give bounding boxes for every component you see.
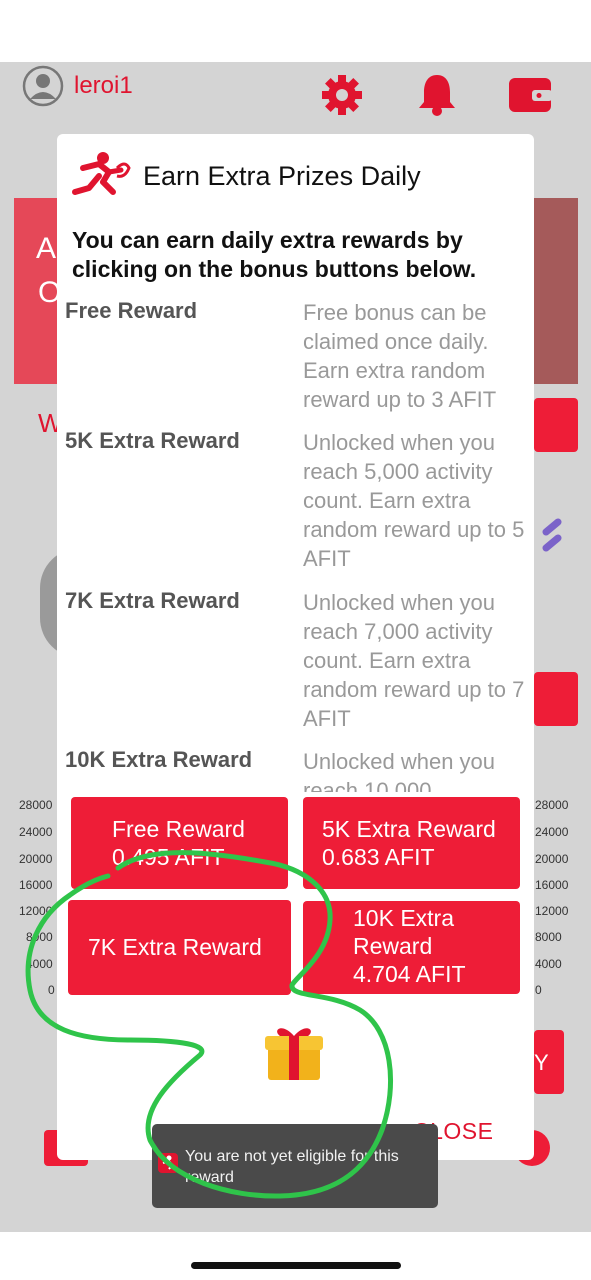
toast-text: You are not yet eligible for this reward xyxy=(185,1148,399,1186)
modal-title: Earn Extra Prizes Daily xyxy=(143,161,421,191)
button-label: Reward xyxy=(353,933,433,959)
button-label: Free Reward xyxy=(112,816,245,842)
info-title: 7K Extra Reward xyxy=(65,588,240,613)
reward-info-list[interactable]: Free Reward Free bonus can be claimed on… xyxy=(57,296,534,792)
axis-tick: 16000 xyxy=(19,878,53,892)
7k-reward-button[interactable]: 7K Extra Reward xyxy=(68,900,291,995)
background-letter: A xyxy=(36,232,57,265)
gear-icon[interactable] xyxy=(321,74,363,116)
modal-intro: You can earn daily extra rewards by clic… xyxy=(72,227,477,282)
runner-logo-icon xyxy=(72,152,131,195)
background-button-right xyxy=(534,672,578,726)
background-banner-right xyxy=(534,198,578,384)
button-value: 0.683 AFIT xyxy=(322,844,435,870)
rewards-modal: Earn Extra Prizes Daily You can earn dai… xyxy=(57,134,534,1160)
info-desc: Unlocked when you reach 10,000 xyxy=(303,749,496,792)
info-title: Free Reward xyxy=(65,298,198,323)
axis-tick: 20000 xyxy=(535,852,569,866)
link-icon xyxy=(542,518,562,552)
axis-tick: 8000 xyxy=(26,930,53,944)
home-indicator[interactable] xyxy=(191,1262,401,1269)
button-value: 4.704 AFIT xyxy=(353,961,466,987)
free-reward-button[interactable]: Free Reward 0.495 AFIT xyxy=(71,797,288,889)
info-desc: Unlocked when you reach 5,000 activity c… xyxy=(303,430,525,571)
axis-tick: 28000 xyxy=(19,798,53,812)
10k-reward-button[interactable]: 10K Extra Reward 4.704 AFIT xyxy=(303,901,520,994)
gift-icon xyxy=(265,1028,323,1080)
button-label: 10K Extra xyxy=(353,905,454,931)
axis-tick: 4000 xyxy=(26,957,53,971)
username-label[interactable]: leroi1 xyxy=(74,72,133,100)
toast-message: You are not yet eligible for this reward xyxy=(152,1124,438,1208)
axis-tick: 24000 xyxy=(535,825,569,839)
axis-tick: 28000 xyxy=(535,798,569,812)
user-avatar-icon[interactable] xyxy=(22,65,64,107)
axis-tick: 24000 xyxy=(19,825,53,839)
axis-tick: 16000 xyxy=(535,878,569,892)
background-button-right xyxy=(534,398,578,452)
info-desc: Unlocked when you reach 7,000 activity c… xyxy=(303,590,525,731)
bell-icon[interactable] xyxy=(416,72,458,116)
background-partial-text: Y xyxy=(534,1050,549,1075)
axis-tick: 12000 xyxy=(19,904,53,918)
button-value: 0.495 AFIT xyxy=(112,844,225,870)
button-label: 7K Extra Reward xyxy=(88,934,262,960)
info-title: 5K Extra Reward xyxy=(65,428,240,453)
axis-tick: 20000 xyxy=(19,852,53,866)
app-icon xyxy=(158,1153,178,1173)
info-desc: Free bonus can be claimed once daily. Ea… xyxy=(303,300,497,412)
axis-tick: 12000 xyxy=(535,904,569,918)
bottom-safe-area xyxy=(0,1232,591,1280)
axis-tick: 0 xyxy=(535,983,542,997)
info-title: 10K Extra Reward xyxy=(65,747,253,772)
axis-tick: 4000 xyxy=(535,957,562,971)
axis-tick: 8000 xyxy=(535,930,562,944)
wallet-icon[interactable] xyxy=(508,74,552,114)
button-label: 5K Extra Reward xyxy=(322,816,496,842)
axis-tick: 0 xyxy=(48,983,55,997)
5k-reward-button[interactable]: 5K Extra Reward 0.683 AFIT xyxy=(303,797,520,889)
